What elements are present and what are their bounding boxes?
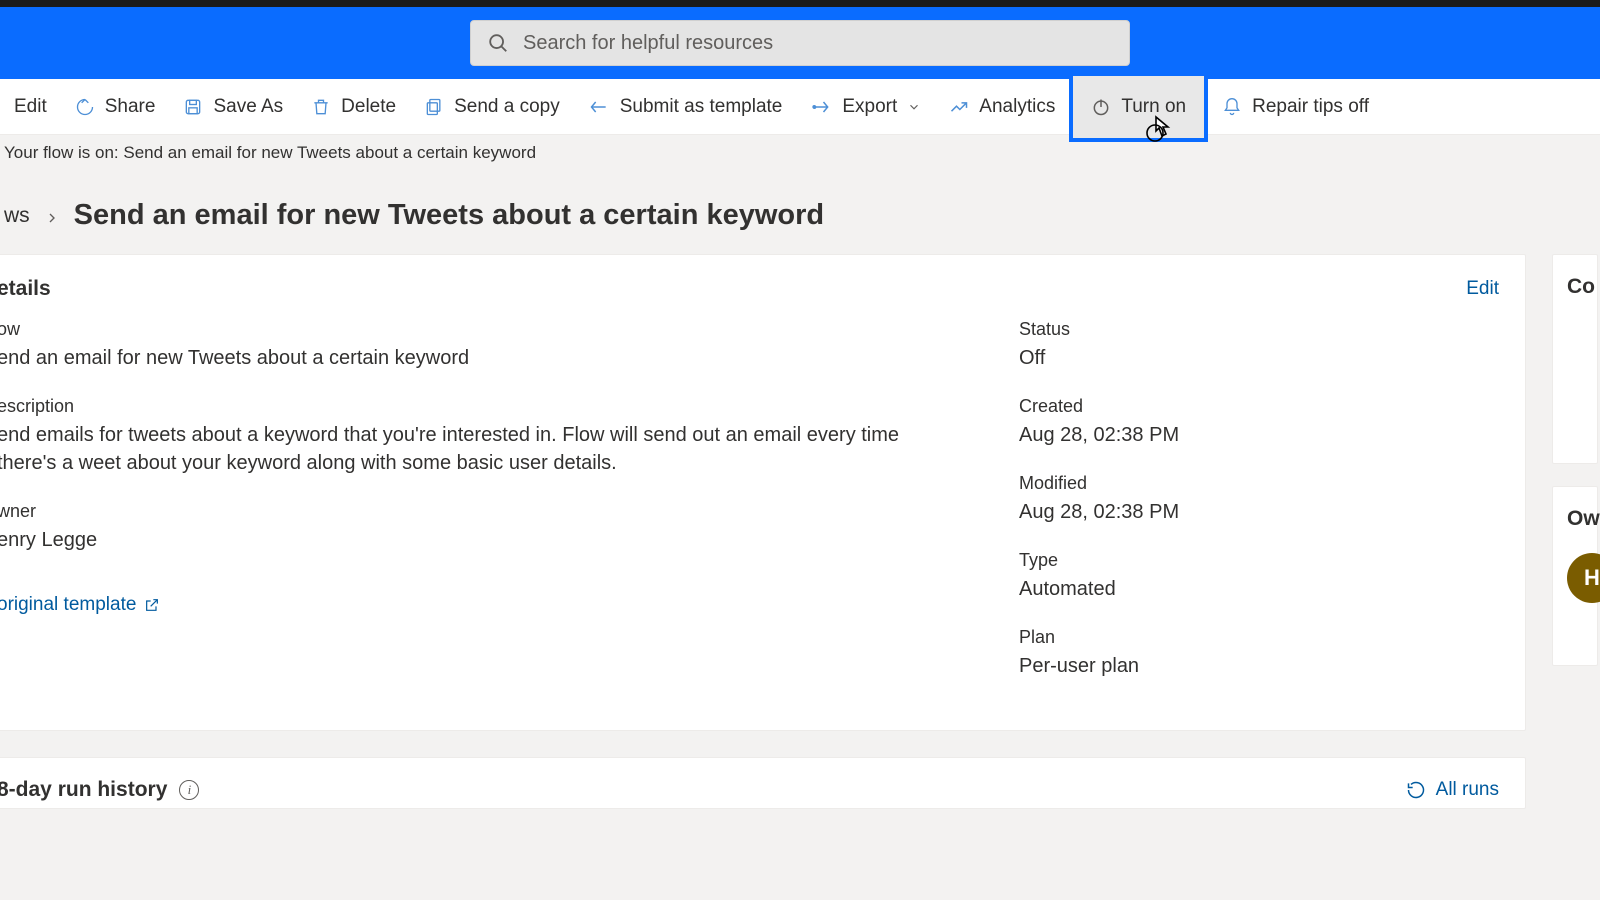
submit-icon — [588, 97, 610, 117]
all-runs-link[interactable]: All runs — [1406, 779, 1499, 801]
connections-card: Co — [1552, 254, 1598, 464]
details-heading: etails — [0, 277, 51, 301]
power-icon — [1091, 97, 1111, 117]
details-edit-link[interactable]: Edit — [1466, 278, 1499, 300]
type-value: Automated — [1019, 575, 1499, 603]
status-value: Off — [1019, 344, 1499, 372]
submit-button[interactable]: Submit as template — [574, 79, 797, 134]
edit-label: Edit — [14, 96, 47, 118]
turnon-button[interactable]: Turn on — [1069, 72, 1208, 142]
repair-button[interactable]: Repair tips off — [1208, 79, 1383, 134]
owner-label: wner — [0, 501, 929, 522]
page-title: Send an email for new Tweets about a cer… — [74, 199, 824, 232]
submit-label: Submit as template — [620, 96, 783, 118]
search-box[interactable] — [470, 20, 1130, 66]
type-label: Type — [1019, 550, 1499, 571]
run-history-heading: 8-day run history — [0, 778, 167, 802]
all-runs-label: All runs — [1436, 779, 1499, 801]
owner-avatar[interactable]: H — [1567, 553, 1600, 603]
modified-label: Modified — [1019, 473, 1499, 494]
chevron-down-icon — [907, 100, 921, 114]
original-template-label: original template — [0, 594, 136, 616]
share-button[interactable]: Share — [61, 79, 170, 134]
command-bar: Edit Share Save As Delete Send a copy Su… — [0, 79, 1600, 135]
owners-card: Ow H — [1552, 486, 1598, 666]
breadcrumb: ws Send an email for new Tweets about a … — [0, 171, 1600, 254]
search-icon — [487, 32, 509, 54]
external-link-icon — [144, 597, 160, 613]
repair-label: Repair tips off — [1252, 96, 1369, 118]
flow-value: end an email for new Tweets about a cert… — [0, 344, 929, 372]
modified-value: Aug 28, 02:38 PM — [1019, 498, 1499, 526]
plan-value: Per-user plan — [1019, 652, 1499, 680]
edit-button[interactable]: Edit — [0, 79, 61, 134]
sendcopy-label: Send a copy — [454, 96, 560, 118]
info-icon[interactable]: i — [179, 780, 199, 800]
owner-value: enry Legge — [0, 526, 929, 554]
copy-icon — [424, 97, 444, 117]
search-input[interactable] — [523, 32, 1113, 55]
trash-icon — [311, 97, 331, 117]
export-icon — [810, 97, 832, 117]
turnon-label: Turn on — [1121, 96, 1186, 118]
original-template-link[interactable]: original template — [0, 594, 929, 616]
status-label: Status — [1019, 319, 1499, 340]
saveas-button[interactable]: Save As — [169, 79, 297, 134]
created-value: Aug 28, 02:38 PM — [1019, 421, 1499, 449]
description-label: escription — [0, 396, 929, 417]
analytics-label: Analytics — [979, 96, 1055, 118]
save-icon — [183, 97, 203, 117]
browser-chrome-bar — [0, 0, 1600, 7]
delete-label: Delete — [341, 96, 396, 118]
export-button[interactable]: Export — [796, 79, 935, 134]
chevron-right-icon — [44, 210, 60, 226]
description-value: end emails for tweets about a keyword th… — [0, 421, 929, 477]
analytics-button[interactable]: Analytics — [935, 79, 1069, 134]
share-icon — [75, 97, 95, 117]
saveas-label: Save As — [213, 96, 283, 118]
analytics-icon — [949, 97, 969, 117]
share-label: Share — [105, 96, 156, 118]
refresh-icon — [1406, 780, 1426, 800]
plan-label: Plan — [1019, 627, 1499, 648]
details-card: etails Edit ow end an email for new Twee… — [0, 254, 1526, 731]
breadcrumb-root[interactable]: ws — [4, 204, 30, 228]
created-label: Created — [1019, 396, 1499, 417]
app-header — [0, 7, 1600, 79]
flow-label: ow — [0, 319, 929, 340]
sendcopy-button[interactable]: Send a copy — [410, 79, 574, 134]
connections-heading: Co — [1567, 275, 1597, 299]
delete-button[interactable]: Delete — [297, 79, 410, 134]
owners-heading: Ow — [1567, 507, 1597, 531]
bell-icon — [1222, 97, 1242, 117]
status-message: Your flow is on: Send an email for new T… — [0, 135, 1600, 171]
run-history-card: 8-day run history i All runs — [0, 757, 1526, 809]
export-label: Export — [842, 96, 897, 118]
